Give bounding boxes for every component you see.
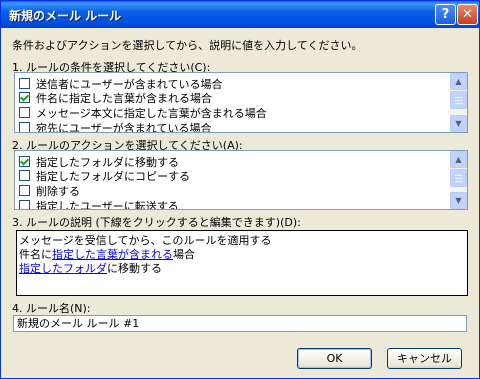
rule-description-box: メッセージを受信してから、このルールを適用する 件名に指定した言葉が含まれる場合…	[16, 230, 468, 296]
actions-list[interactable]: 指定したフォルダに移動する 指定したフォルダにコピーする 削除する 指定したユー…	[14, 150, 468, 210]
folder-link[interactable]: 指定したフォルダ	[19, 262, 107, 275]
scroll-thumb[interactable]	[450, 169, 467, 187]
condition-checkbox[interactable]	[19, 92, 30, 103]
instruction-text: 条件およびアクションを選択してから、説明に値を入力してください。	[12, 39, 363, 52]
list-item[interactable]: 指定したユーザーに転送する	[19, 198, 179, 209]
title-bar[interactable]: 新規のメール ルール ? ✕	[1, 1, 479, 28]
close-icon: ✕	[462, 7, 473, 22]
up-arrow-icon: ▲	[455, 77, 462, 86]
close-button[interactable]: ✕	[457, 4, 478, 25]
scroll-down-button[interactable]: ▼	[450, 115, 467, 132]
rule-name-field[interactable]: 新規のメール ルール #1	[13, 315, 467, 332]
down-arrow-icon: ▼	[455, 119, 462, 128]
scroll-up-button[interactable]: ▲	[450, 151, 467, 168]
down-arrow-icon: ▼	[455, 196, 462, 205]
rule-name-label: 4. ルール名(N):	[12, 302, 91, 315]
condition-checkbox[interactable]	[19, 107, 30, 118]
question-mark-icon: ?	[441, 7, 450, 22]
action-checkbox[interactable]	[19, 156, 30, 167]
list-item[interactable]: 件名に指定した言葉が含まれる場合	[19, 90, 212, 105]
scroll-up-button[interactable]: ▲	[450, 73, 467, 90]
list-item[interactable]: 送信者にユーザーが含まれている場合	[19, 76, 222, 91]
action-checkbox[interactable]	[19, 200, 30, 209]
list-item[interactable]: 宛先にユーザーが含まれている場合	[19, 120, 211, 132]
words-link[interactable]: 指定した言葉が含まれる	[52, 248, 173, 261]
conditions-scrollbar[interactable]: ▲ ▼	[450, 73, 467, 132]
actions-scrollbar[interactable]: ▲ ▼	[450, 151, 467, 209]
condition-checkbox[interactable]	[19, 122, 30, 132]
list-item[interactable]: 削除する	[19, 183, 80, 198]
list-item[interactable]: 指定したフォルダに移動する	[19, 154, 179, 169]
rule-dialog: 新規のメール ルール ? ✕ 条件およびアクションを選択してから、説明に値を入力…	[0, 0, 480, 379]
help-button[interactable]: ?	[435, 4, 456, 25]
conditions-list[interactable]: 送信者にユーザーが含まれている場合 件名に指定した言葉が含まれる場合 メッセージ…	[14, 72, 468, 133]
action-checkbox[interactable]	[19, 170, 30, 181]
list-item[interactable]: メッセージ本文に指定した言葉が含まれる場合	[19, 105, 267, 120]
scroll-down-button[interactable]: ▼	[450, 192, 467, 209]
description-line: 件名に指定した言葉が含まれる場合	[19, 248, 195, 261]
description-label: 3. ルールの説明 (下線をクリックすると編集できます)(D):	[12, 216, 301, 229]
scroll-thumb[interactable]	[450, 91, 467, 109]
ok-button[interactable]: OK	[297, 348, 372, 369]
window-title: 新規のメール ルール	[9, 9, 122, 23]
condition-checkbox[interactable]	[19, 78, 30, 89]
list-item[interactable]: 指定したフォルダにコピーする	[19, 168, 190, 183]
up-arrow-icon: ▲	[455, 155, 462, 164]
description-line: 指定したフォルダに移動する	[19, 262, 162, 275]
cancel-button[interactable]: キャンセル	[387, 348, 462, 369]
description-line: メッセージを受信してから、このルールを適用する	[19, 234, 272, 247]
action-checkbox[interactable]	[19, 185, 30, 196]
